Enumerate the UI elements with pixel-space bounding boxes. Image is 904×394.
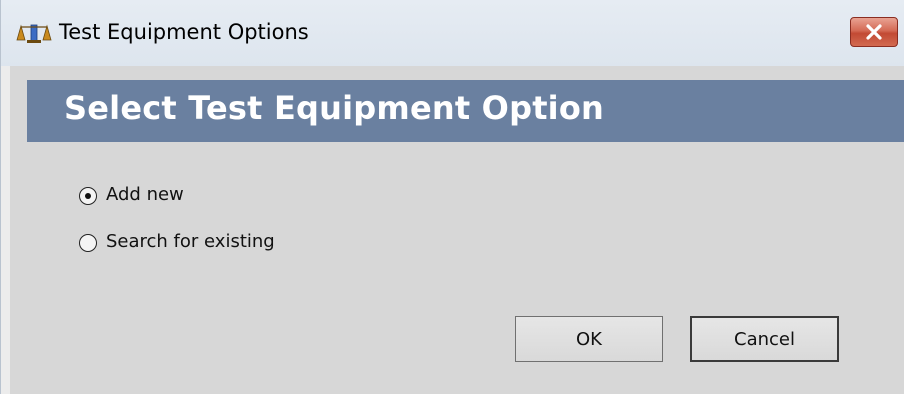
- title-bar[interactable]: Test Equipment Options: [1, 0, 904, 66]
- cancel-button[interactable]: Cancel: [690, 316, 839, 362]
- ok-button[interactable]: OK: [515, 316, 663, 362]
- radio-label-add-new: Add new: [106, 184, 184, 205]
- close-icon: [866, 24, 882, 40]
- radio-dot-icon: [85, 193, 91, 199]
- dialog-window: Test Equipment Options Select Test Equip…: [0, 0, 904, 394]
- close-button[interactable]: [850, 17, 898, 47]
- radio-label-search-existing: Search for existing: [106, 231, 275, 252]
- window-title: Test Equipment Options: [59, 20, 309, 44]
- page-title: Select Test Equipment Option: [64, 89, 605, 127]
- dialog-body: Select Test Equipment Option Add new Sea…: [10, 66, 904, 394]
- header-banner: Select Test Equipment Option: [27, 80, 904, 142]
- radio-button-selected[interactable]: [79, 187, 97, 205]
- scale-icon: [15, 22, 53, 44]
- radio-button-unselected[interactable]: [79, 234, 97, 252]
